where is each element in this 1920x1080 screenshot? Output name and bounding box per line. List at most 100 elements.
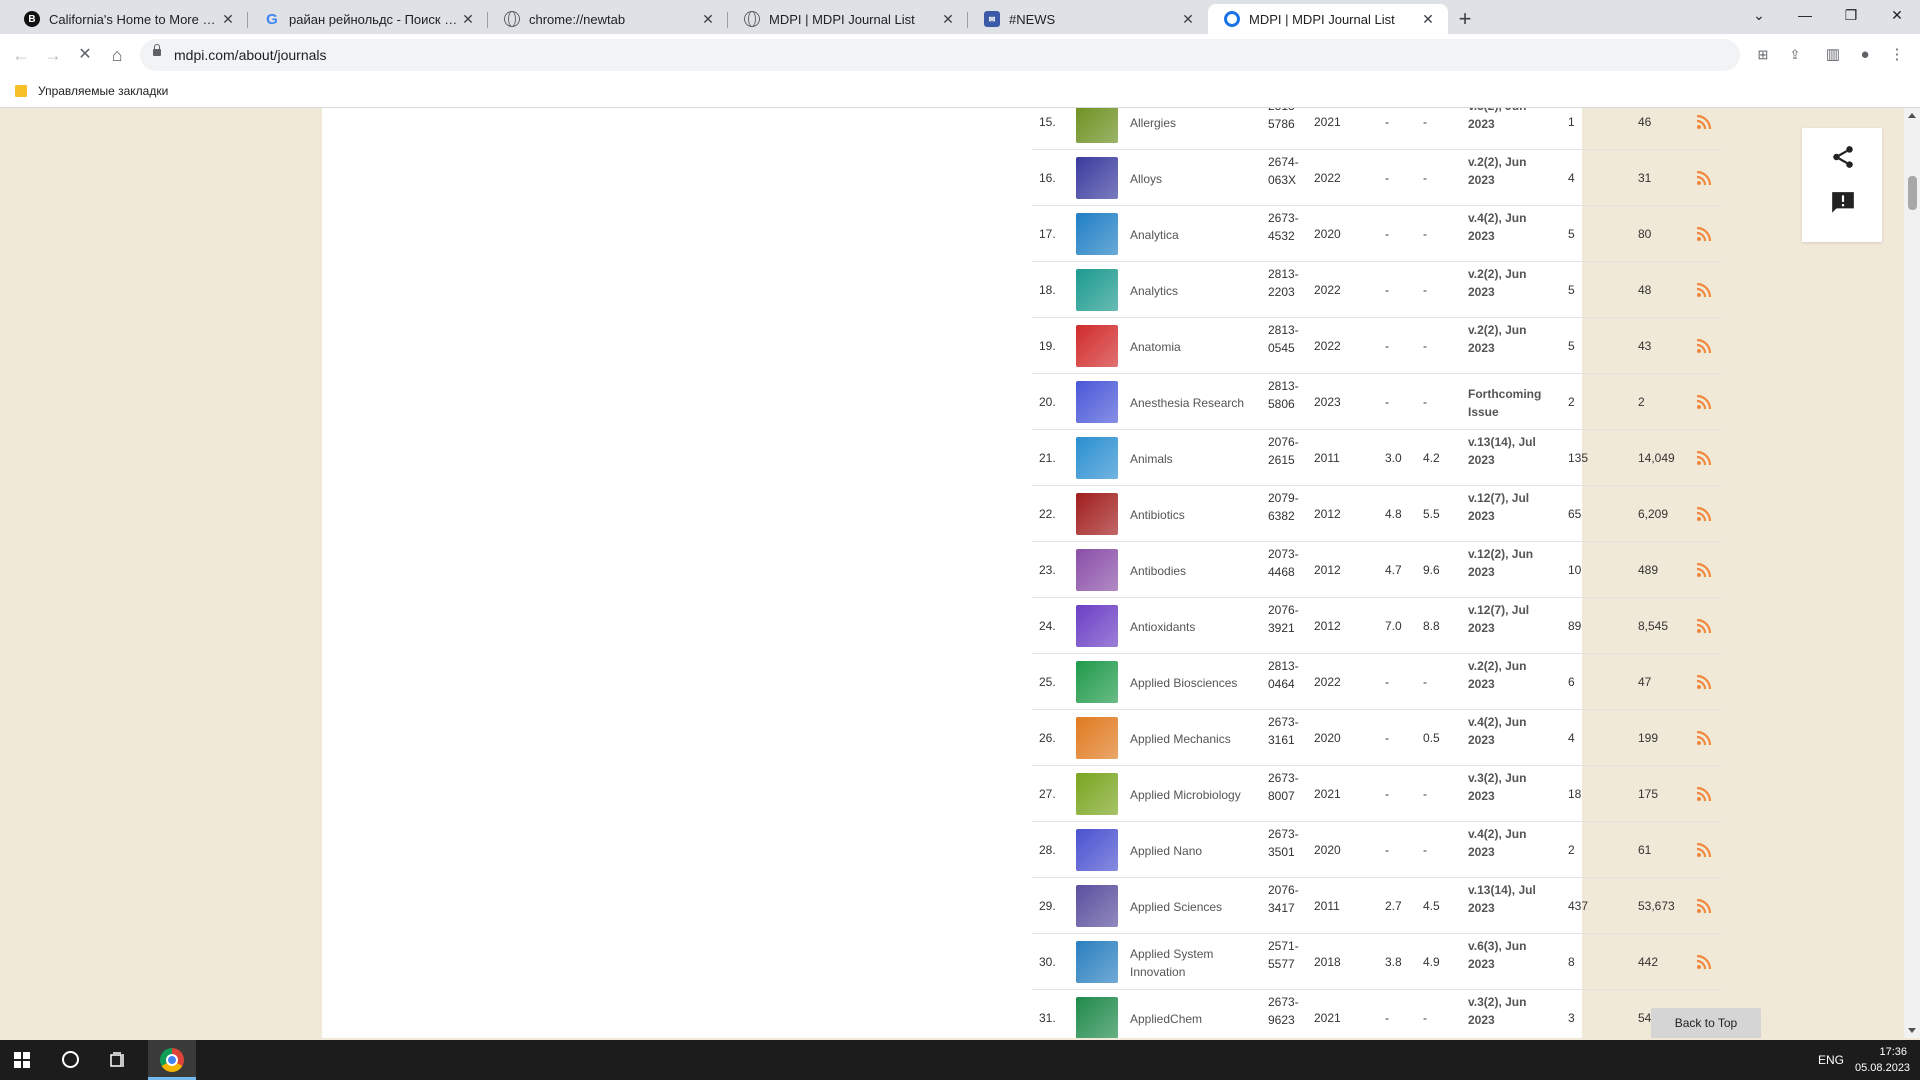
search-icon[interactable] [62, 1051, 79, 1068]
windows-start-icon[interactable] [14, 1052, 30, 1068]
rss-icon[interactable] [1696, 394, 1712, 410]
tab-1[interactable]: B California's Home to More Millionaires… [8, 4, 248, 34]
menu-icon[interactable]: ⋮ [1886, 44, 1908, 66]
back-to-top-button[interactable]: Back to Top [1651, 1008, 1761, 1038]
language-indicator[interactable]: ENG [1818, 1053, 1844, 1067]
scroll-up-arrow-icon[interactable] [1908, 113, 1916, 118]
close-window-button[interactable]: ✕ [1874, 0, 1920, 30]
journal-logo-icon[interactable] [1076, 661, 1118, 703]
journal-logo-icon[interactable] [1076, 829, 1118, 871]
side-panel-icon[interactable]: ▥ [1822, 44, 1844, 66]
journal-logo-icon[interactable] [1076, 997, 1118, 1038]
rss-icon[interactable] [1696, 506, 1712, 522]
rss-icon[interactable] [1696, 954, 1712, 970]
journal-name-link[interactable]: Alloys [1130, 170, 1248, 188]
rss-icon[interactable] [1696, 898, 1712, 914]
feedback-icon[interactable] [1829, 190, 1857, 216]
journal-name-link[interactable]: Analytics [1130, 282, 1248, 300]
new-tab-button[interactable]: + [1450, 6, 1480, 32]
tab-4[interactable]: MDPI | MDPI Journal List ✕ [728, 4, 968, 34]
journal-name-link[interactable]: Antioxidants [1130, 618, 1248, 636]
clock[interactable]: 17:36 05.08.2023 [1855, 1044, 1910, 1076]
close-icon[interactable]: ✕ [940, 11, 956, 28]
journal-latest-issue[interactable]: v.12(7), Jul 2023 [1468, 489, 1554, 525]
rss-icon[interactable] [1696, 226, 1712, 242]
journal-name-link[interactable]: Anatomia [1130, 338, 1248, 356]
restore-button[interactable]: ❐ [1828, 0, 1874, 30]
rss-icon[interactable] [1696, 338, 1712, 354]
journal-latest-issue[interactable]: v.2(2), Jun 2023 [1468, 657, 1554, 693]
stop-loading-button[interactable]: ✕ [72, 42, 98, 68]
journal-latest-issue[interactable]: v.6(3), Jun 2023 [1468, 937, 1554, 973]
journal-logo-icon[interactable] [1076, 493, 1118, 535]
journal-name-link[interactable]: Applied Nano [1130, 842, 1248, 860]
close-icon[interactable]: ✕ [700, 11, 716, 28]
journal-latest-issue[interactable]: v.4(2), Jun 2023 [1468, 209, 1554, 245]
home-button[interactable]: ⌂ [104, 42, 130, 68]
minimize-button[interactable]: — [1782, 0, 1828, 30]
address-bar[interactable]: mdpi.com/about/journals ⊞ ⇪ [140, 39, 1800, 71]
journal-logo-icon[interactable] [1076, 549, 1118, 591]
journal-latest-issue[interactable]: v.13(14), Jul 2023 [1468, 881, 1554, 917]
rss-icon[interactable] [1696, 450, 1712, 466]
journal-logo-icon[interactable] [1076, 108, 1118, 143]
rss-icon[interactable] [1696, 170, 1712, 186]
journal-logo-icon[interactable] [1076, 885, 1118, 927]
journal-name-link[interactable]: Anesthesia Research [1130, 394, 1248, 412]
translate-icon[interactable]: ⊞ [1754, 47, 1772, 63]
scrollbar-thumb[interactable] [1908, 176, 1917, 210]
rss-icon[interactable] [1696, 730, 1712, 746]
journal-latest-issue[interactable]: v.4(2), Jun 2023 [1468, 825, 1554, 861]
journal-logo-icon[interactable] [1076, 437, 1118, 479]
journal-latest-issue[interactable]: v.2(2), Jun 2023 [1468, 321, 1554, 357]
journal-logo-icon[interactable] [1076, 717, 1118, 759]
rss-icon[interactable] [1696, 618, 1712, 634]
close-icon[interactable]: ✕ [1180, 11, 1196, 28]
tab-3[interactable]: chrome://newtab ✕ [488, 4, 728, 34]
journal-logo-icon[interactable] [1076, 605, 1118, 647]
journal-logo-icon[interactable] [1076, 773, 1118, 815]
journal-logo-icon[interactable] [1076, 941, 1118, 983]
journal-latest-issue[interactable]: v.3(2), Jun 2023 [1468, 108, 1554, 133]
journal-logo-icon[interactable] [1076, 325, 1118, 367]
tab-6-active[interactable]: MDPI | MDPI Journal List ✕ [1208, 4, 1448, 34]
close-icon[interactable]: ✕ [220, 11, 236, 28]
scroll-down-arrow-icon[interactable] [1908, 1028, 1916, 1033]
journal-name-link[interactable]: Analytica [1130, 226, 1248, 244]
journal-latest-issue[interactable]: v.3(2), Jun 2023 [1468, 993, 1554, 1029]
journal-name-link[interactable]: Applied Microbiology [1130, 786, 1248, 804]
tab-2[interactable]: G райан рейнольдс - Поиск в Google ✕ [248, 4, 488, 34]
rss-icon[interactable] [1696, 282, 1712, 298]
tab-search-button[interactable]: ⌄ [1736, 0, 1782, 30]
journal-name-link[interactable]: Allergies [1130, 114, 1248, 132]
tab-5[interactable]: ✉ #NEWS ✕ [968, 4, 1208, 34]
rss-icon[interactable] [1696, 674, 1712, 690]
journal-latest-issue[interactable]: v.4(2), Jun 2023 [1468, 713, 1554, 749]
journal-latest-issue[interactable]: v.12(2), Jun 2023 [1468, 545, 1554, 581]
journal-name-link[interactable]: Antibodies [1130, 562, 1248, 580]
profile-avatar-icon[interactable]: ● [1854, 44, 1876, 66]
back-button[interactable]: ← [8, 42, 34, 68]
journal-name-link[interactable]: AppliedChem [1130, 1010, 1248, 1028]
journal-logo-icon[interactable] [1076, 381, 1118, 423]
task-view-icon[interactable] [110, 1052, 126, 1068]
share-icon[interactable] [1830, 144, 1856, 170]
journal-logo-icon[interactable] [1076, 269, 1118, 311]
journal-latest-issue[interactable]: v.3(2), Jun 2023 [1468, 769, 1554, 805]
taskbar-chrome-button[interactable] [148, 1040, 196, 1080]
rss-icon[interactable] [1696, 114, 1712, 130]
page-scrollbar[interactable] [1904, 108, 1920, 1038]
bookmark-folder[interactable]: Управляемые закладки [38, 84, 168, 98]
rss-icon[interactable] [1696, 562, 1712, 578]
rss-icon[interactable] [1696, 786, 1712, 802]
journal-latest-issue[interactable]: v.13(14), Jul 2023 [1468, 433, 1554, 469]
journal-latest-issue[interactable]: v.12(7), Jul 2023 [1468, 601, 1554, 637]
close-icon[interactable]: ✕ [1420, 11, 1436, 28]
journal-latest-issue[interactable]: v.2(2), Jun 2023 [1468, 153, 1554, 189]
journal-name-link[interactable]: Applied Mechanics [1130, 730, 1248, 748]
journal-name-link[interactable]: Applied Sciences [1130, 898, 1248, 916]
share-page-icon[interactable]: ⇪ [1786, 47, 1804, 63]
journal-latest-issue[interactable]: v.2(2), Jun 2023 [1468, 265, 1554, 301]
journal-name-link[interactable]: Applied Biosciences [1130, 674, 1248, 692]
forward-button[interactable]: → [40, 42, 66, 68]
